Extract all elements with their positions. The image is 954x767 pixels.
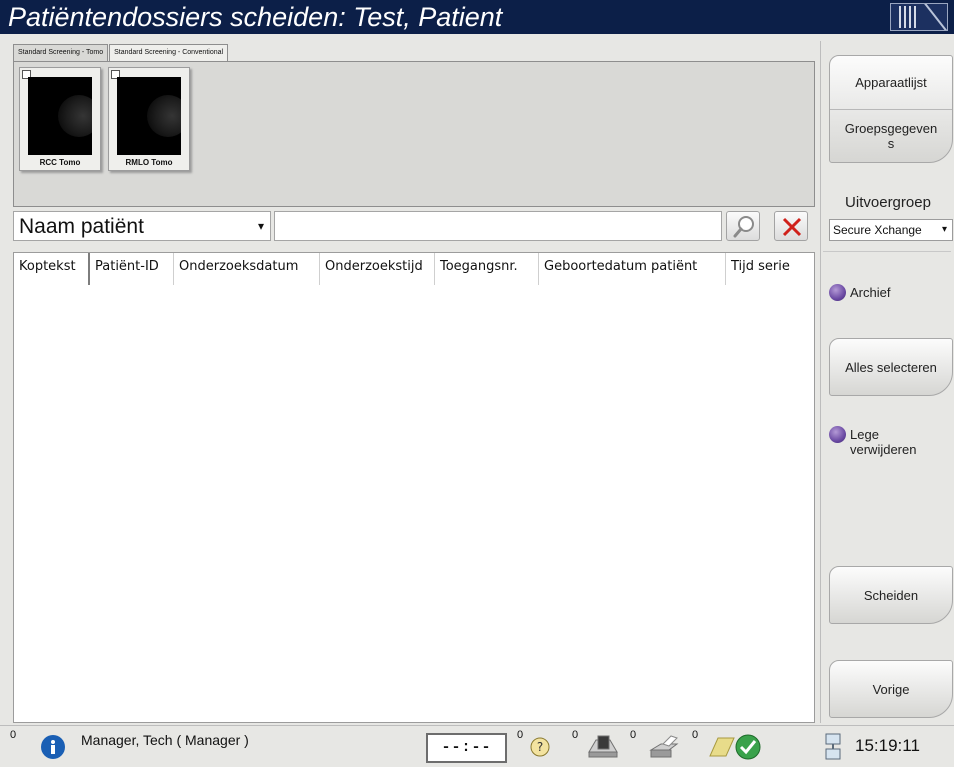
output-group-select[interactable]: Secure Xchange ▾ (829, 219, 953, 241)
column-header[interactable]: Onderzoeksdatum (174, 253, 320, 285)
note-count: 0 (692, 729, 699, 741)
column-header[interactable]: Koptekst (14, 253, 90, 285)
tab-standard-screening-tomo[interactable]: Standard Screening - Tomo (13, 44, 109, 62)
column-header[interactable]: Patiënt-ID (90, 253, 174, 285)
search-input[interactable] (274, 211, 722, 241)
help-icon[interactable]: ? (529, 736, 551, 758)
scan-count: 0 (572, 729, 579, 741)
status-bar: 0 Manager, Tech ( Manager ) --:-- 0 ? 0 … (0, 725, 954, 767)
device-list-button[interactable]: Apparaatlijst (830, 56, 952, 110)
film-scan-icon[interactable] (586, 734, 620, 760)
chevron-down-icon: ▾ (941, 224, 947, 235)
thumbnail-panel: RCC Tomo RMLO Tomo (13, 61, 815, 207)
info-count: 0 (10, 729, 17, 741)
group-data-button[interactable]: Groepsgegeven s (830, 110, 952, 162)
mammogram-image (28, 77, 92, 155)
clock: 15:19:11 (855, 736, 920, 755)
help-count: 0 (517, 729, 524, 741)
search-field-dropdown[interactable]: Naam patiënt ▾ (13, 211, 271, 241)
thumbnail-rcc-tomo[interactable]: RCC Tomo (19, 67, 101, 171)
info-icon[interactable] (40, 734, 66, 760)
thumbnail-rmlo-tomo[interactable]: RMLO Tomo (108, 67, 190, 171)
column-header[interactable]: Onderzoekstijd (320, 253, 435, 285)
search-button[interactable] (726, 211, 760, 241)
thumbnail-label: RMLO Tomo (125, 158, 173, 167)
patient-table[interactable]: Koptekst Patiënt-ID Onderzoeksdatum Onde… (13, 252, 815, 723)
thumbnail-area: Standard Screening - Tomo Standard Scree… (13, 44, 815, 207)
note-icon[interactable] (706, 734, 736, 760)
red-x-icon (782, 217, 802, 237)
current-user: Manager, Tech ( Manager ) (81, 732, 249, 748)
separate-button[interactable]: Scheiden (829, 566, 953, 624)
archive-toggle[interactable]: Archief (829, 284, 890, 301)
thumbnail-label: RCC Tomo (39, 158, 81, 167)
output-group-label: Uitvoergroep (845, 194, 931, 211)
back-button[interactable]: Vorige (829, 660, 953, 718)
timer-display: --:-- (426, 733, 507, 763)
select-all-button[interactable]: Alles selecteren (829, 338, 953, 396)
delete-empty-toggle[interactable]: Lege verwijderen (829, 426, 916, 457)
brand-logo-icon (890, 3, 948, 31)
chevron-down-icon: ▾ (257, 219, 264, 233)
radio-indicator-icon (829, 426, 846, 443)
mammogram-image (117, 77, 181, 155)
printer-icon[interactable] (647, 734, 681, 760)
device-group-button: Apparaatlijst Groepsgegeven s (829, 55, 953, 163)
svg-text:?: ? (537, 740, 543, 754)
right-sidebar: Apparaatlijst Groepsgegeven s Uitvoergro… (820, 41, 954, 723)
table-header: Koptekst Patiënt-ID Onderzoeksdatum Onde… (14, 253, 812, 285)
title-bar: Patiëntendossiers scheiden: Test, Patien… (0, 0, 954, 34)
protocol-tabs: Standard Screening - Tomo Standard Scree… (13, 44, 229, 62)
column-header[interactable]: Tijd serie (726, 253, 812, 285)
radio-indicator-icon (829, 284, 846, 301)
search-field-value: Naam patiënt (19, 215, 144, 238)
column-header[interactable]: Geboortedatum patiënt (539, 253, 726, 285)
clear-button[interactable] (774, 211, 808, 241)
print-count: 0 (630, 729, 637, 741)
magnifier-icon (733, 216, 754, 238)
divider (823, 251, 951, 252)
network-icon[interactable] (821, 732, 847, 764)
window-title: Patiëntendossiers scheiden: Test, Patien… (8, 2, 503, 32)
tab-standard-screening-conventional[interactable]: Standard Screening - Conventional (109, 44, 229, 61)
column-header[interactable]: Toegangsnr. (435, 253, 539, 285)
status-ok-icon[interactable] (734, 733, 762, 761)
